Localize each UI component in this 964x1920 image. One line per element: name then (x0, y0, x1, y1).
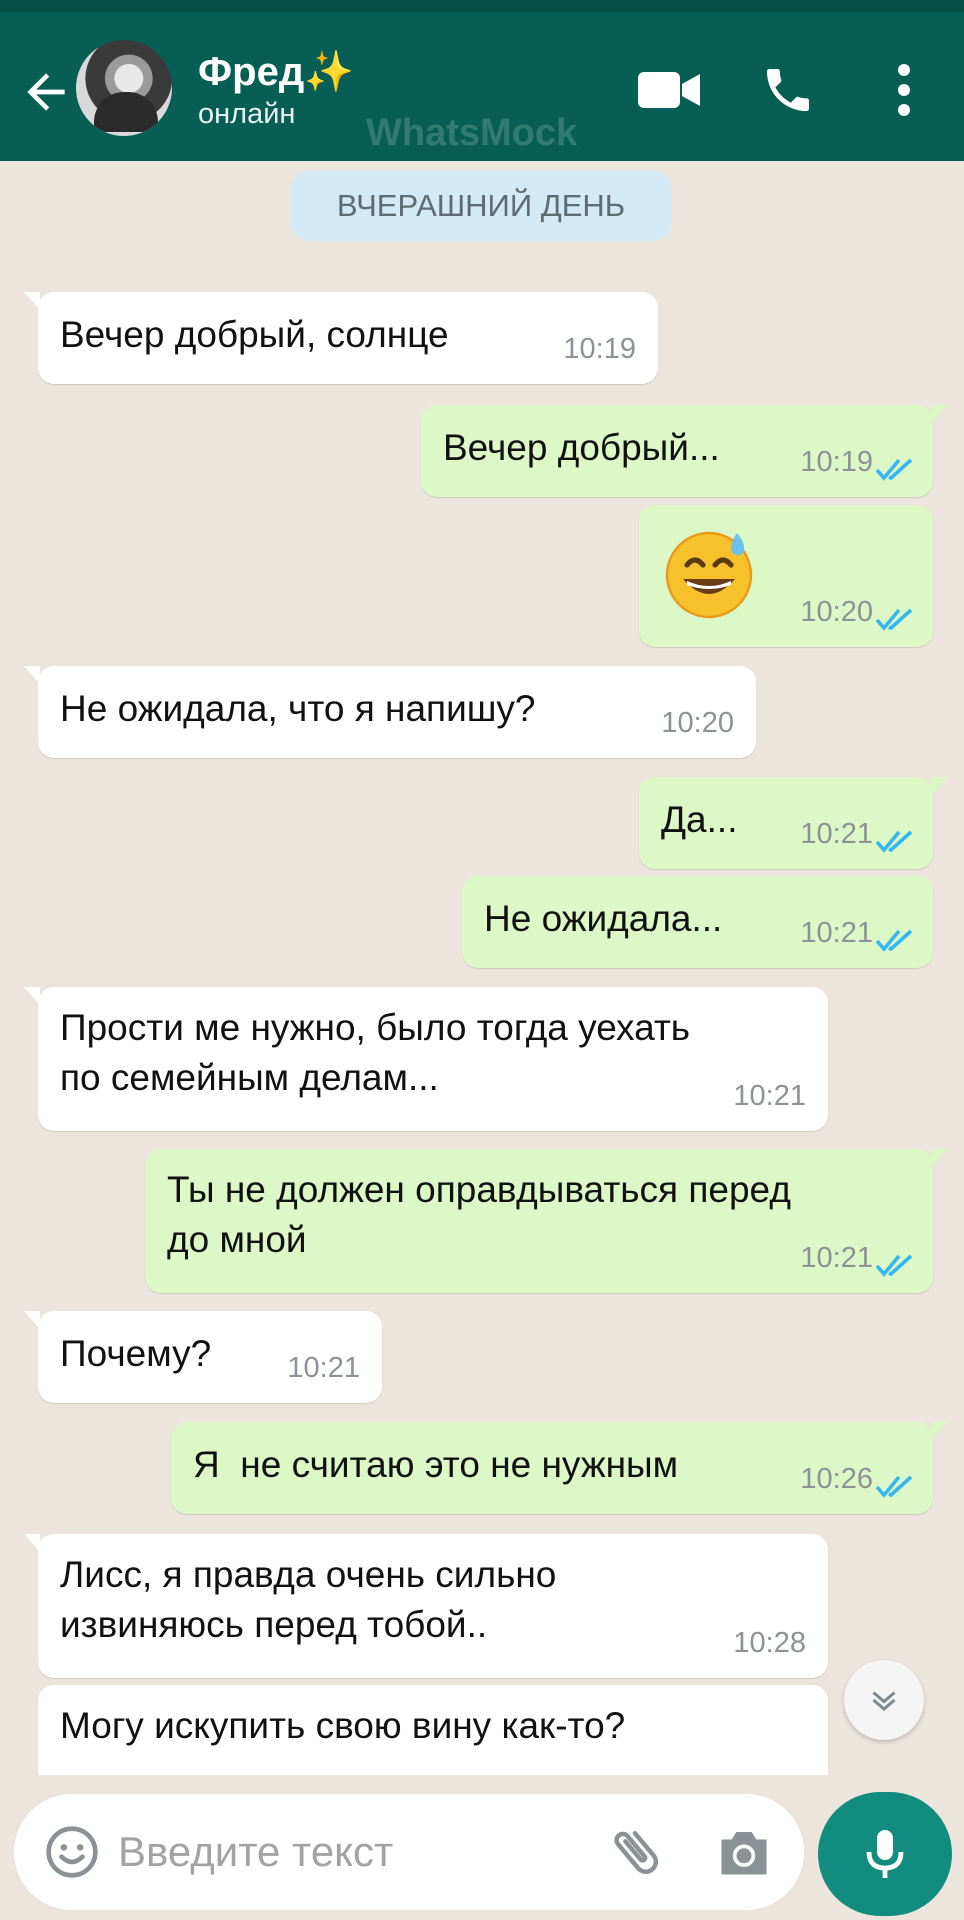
read-receipt-icon (875, 830, 913, 853)
watermark: WhatsMock (366, 112, 578, 154)
message-outgoing[interactable]: Да... 10:21 (639, 777, 947, 869)
message-time: 10:20 (800, 596, 873, 628)
message-text-line: Ты не должен оправдываться перед (167, 1169, 791, 1210)
message-text-line: Лисс, я правда очень сильно (60, 1554, 557, 1595)
message-time: 10:21 (800, 818, 873, 850)
double-chevron-down-icon (872, 1691, 896, 1711)
message-input-bar (14, 1794, 804, 1910)
message-outgoing[interactable]: Ты не должен оправдываться перед до мной… (145, 1149, 947, 1293)
message-outgoing[interactable]: Вечер добрый... 10:19 (421, 405, 947, 497)
message-outgoing[interactable]: 10:20 (639, 505, 933, 647)
mic-icon (866, 1830, 904, 1878)
message-time: 10:28 (733, 1627, 806, 1659)
read-receipt-icon (875, 1254, 913, 1277)
message-incoming[interactable]: Лисс, я правда очень сильно извиняюсь пе… (24, 1534, 828, 1678)
camera-icon[interactable] (714, 1824, 774, 1880)
read-receipt-icon (875, 608, 913, 631)
chat-header: Фред✨ онлайн WhatsMock (0, 12, 964, 161)
chat-area[interactable]: ВЧЕРАШНИЙ ДЕНЬ Вечер добрый, солнце 10:1… (0, 161, 964, 1775)
avatar[interactable] (76, 40, 172, 136)
message-incoming[interactable]: Вечер добрый, солнце 10:19 (24, 292, 658, 384)
attach-icon[interactable] (606, 1822, 666, 1882)
read-receipt-icon (875, 1475, 913, 1498)
message-text: Не ожидала, что я напишу? (60, 688, 536, 729)
message-time: 10:21 (733, 1080, 806, 1112)
message-text: Я не считаю это не нужным (193, 1444, 679, 1485)
message-text-line: извиняюсь перед тобой.. (60, 1604, 488, 1645)
video-call-icon[interactable] (636, 62, 702, 118)
message-text: Вечер добрый... (443, 427, 720, 468)
message-text-line: по семейным делам... (60, 1057, 439, 1098)
mic-button[interactable] (818, 1792, 952, 1916)
message-text-line: Прости ме нужно, было тогда уехать (60, 1007, 691, 1048)
read-receipt-icon (875, 929, 913, 952)
message-text: Могу искупить свою вину как-то? (60, 1705, 626, 1746)
read-receipt-icon (875, 458, 913, 481)
smiling-face-with-sweat-icon (665, 531, 753, 619)
message-time: 10:20 (661, 707, 734, 739)
emoji-icon[interactable] (44, 1824, 100, 1880)
message-incoming[interactable]: Не ожидала, что я напишу? 10:20 (24, 666, 756, 758)
date-chip: ВЧЕРАШНИЙ ДЕНЬ (290, 171, 672, 241)
back-arrow-icon[interactable] (18, 64, 74, 120)
more-vert-icon[interactable] (884, 62, 924, 118)
message-text: Не ожидала... (484, 898, 723, 939)
message-incoming[interactable]: Почему? 10:21 (24, 1311, 382, 1403)
message-time: 10:21 (287, 1352, 360, 1384)
message-time: 10:21 (800, 1242, 873, 1274)
message-text: Почему? (60, 1333, 212, 1374)
message-incoming[interactable]: Могу искупить свою вину как-то? (38, 1685, 828, 1775)
message-outgoing[interactable]: Я не считаю это не нужным 10:26 (171, 1422, 947, 1514)
message-input[interactable] (118, 1824, 578, 1880)
message-time: 10:21 (800, 917, 873, 949)
message-time: 10:19 (563, 333, 636, 365)
message-time: 10:26 (800, 1463, 873, 1495)
message-text-line: до мной (167, 1219, 307, 1260)
message-time: 10:19 (800, 446, 873, 478)
status-bar (0, 0, 964, 12)
contact-status: онлайн (198, 98, 296, 130)
message-text: Вечер добрый, солнце (60, 314, 449, 355)
contact-name[interactable]: Фред✨ (198, 48, 354, 95)
message-outgoing[interactable]: Не ожидала... 10:21 (462, 876, 933, 968)
message-incoming[interactable]: Прости ме нужно, было тогда уехать по се… (24, 987, 828, 1131)
phone-call-icon[interactable] (760, 62, 816, 118)
scroll-to-bottom-button[interactable] (844, 1660, 924, 1740)
message-text: Да... (661, 799, 738, 840)
